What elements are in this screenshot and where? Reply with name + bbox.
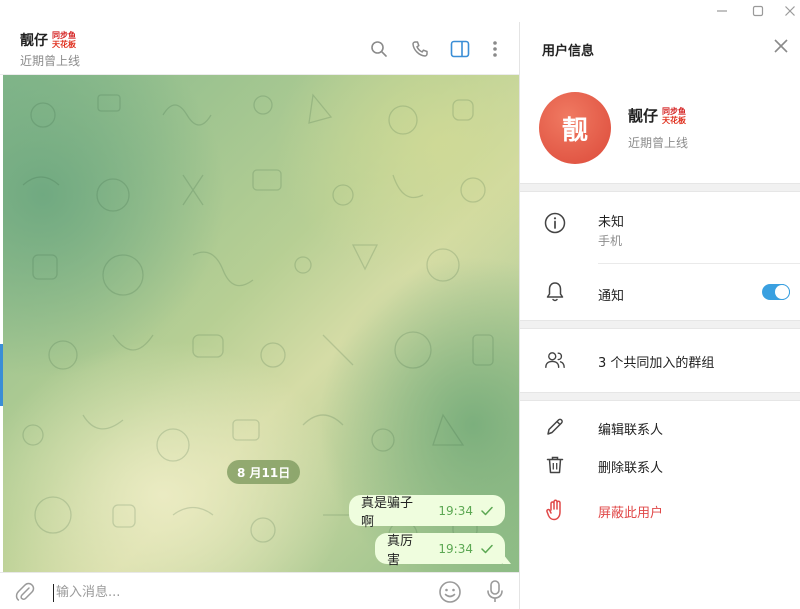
profile-badge: 同步鱼 天花板 [662, 107, 686, 125]
sidebar-toggle-icon[interactable] [449, 38, 471, 60]
info-icon [544, 212, 566, 234]
profile-badge-line-2: 天花板 [662, 115, 687, 125]
check-icon [481, 506, 493, 516]
peer-badge-line-2: 天花板 [52, 40, 76, 49]
avatar[interactable]: 靓 [539, 92, 611, 164]
edit-contact-button[interactable]: 编辑联系人 [598, 419, 663, 438]
peer-badge-line-1: 同步鱼 [52, 31, 76, 40]
section-separator [520, 320, 800, 329]
hand-stop-icon [544, 499, 566, 521]
delete-contact-button[interactable]: 删除联系人 [598, 457, 663, 476]
minimize-icon[interactable] [704, 0, 740, 22]
common-groups-item[interactable]: 3 个共同加入的群组 [598, 352, 714, 371]
message-text: 真是骗子啊 [361, 495, 414, 530]
message-time: 19:34 [438, 541, 473, 556]
text-caret [53, 584, 54, 602]
peer-badge: 同步鱼 天花板 [52, 31, 76, 49]
notifications-label[interactable]: 通知 [598, 285, 624, 304]
message-bubble[interactable]: 真厉害 19:34 [375, 533, 511, 568]
notifications-toggle[interactable] [762, 284, 790, 300]
bell-icon [544, 281, 566, 303]
emoji-icon[interactable] [438, 580, 462, 608]
panel-title: 用户信息 [542, 44, 595, 59]
trash-icon [544, 454, 566, 476]
profile-status: 近期曾上线 [628, 136, 689, 150]
section-separator [520, 183, 800, 192]
telegram-window: 靓仔 同步鱼 天花板 近期曾上线 8 月11日 真是骗子啊 19:34 真厉害 … [0, 0, 800, 609]
message-bubble[interactable]: 真是骗子啊 19:34 [349, 495, 505, 530]
message-input[interactable] [56, 582, 416, 602]
info-subtitle: 手机 [598, 234, 623, 248]
close-panel-icon[interactable] [774, 38, 788, 57]
paperclip-icon[interactable] [14, 581, 36, 607]
row-divider [598, 263, 800, 264]
chat-pane: 靓仔 同步鱼 天花板 近期曾上线 8 月11日 真是骗子啊 19:34 真厉害 … [0, 22, 519, 609]
peer-status: 近期曾上线 [20, 54, 81, 68]
message-time: 19:34 [438, 503, 473, 518]
profile-name-row: 靓仔 同步鱼 天花板 [628, 105, 686, 126]
pencil-icon [544, 416, 566, 438]
message-text: 真厉害 [387, 533, 414, 568]
microphone-icon[interactable] [484, 579, 506, 609]
close-icon[interactable] [772, 0, 800, 22]
profile-name: 靓仔 [628, 107, 659, 125]
date-separator: 8 月11日 [227, 460, 301, 484]
search-icon[interactable] [368, 38, 390, 60]
more-vertical-icon[interactable] [484, 38, 506, 60]
chat-header: 靓仔 同步鱼 天花板 近期曾上线 [0, 22, 519, 75]
message-composer [0, 572, 519, 609]
peer-name[interactable]: 靓仔 [20, 30, 48, 50]
block-user-button[interactable]: 屏蔽此用户 [598, 502, 663, 521]
check-icon [481, 544, 493, 554]
maximize-icon[interactable] [740, 0, 776, 22]
user-info-panel: 用户信息 靓 靓仔 同步鱼 天花板 近期曾上线 未知 手机 通知 3 个共同加入… [520, 22, 800, 609]
groups-icon [544, 349, 566, 371]
profile-badge-line-1: 同步鱼 [662, 106, 687, 116]
window-titlebar [0, 0, 800, 22]
phone-icon[interactable] [409, 38, 431, 60]
peer-name-row[interactable]: 靓仔 同步鱼 天花板 [20, 30, 76, 50]
chat-background: 8 月11日 真是骗子啊 19:34 真厉害 19:34 [3, 75, 519, 572]
info-value[interactable]: 未知 [598, 211, 624, 230]
section-separator [520, 392, 800, 401]
